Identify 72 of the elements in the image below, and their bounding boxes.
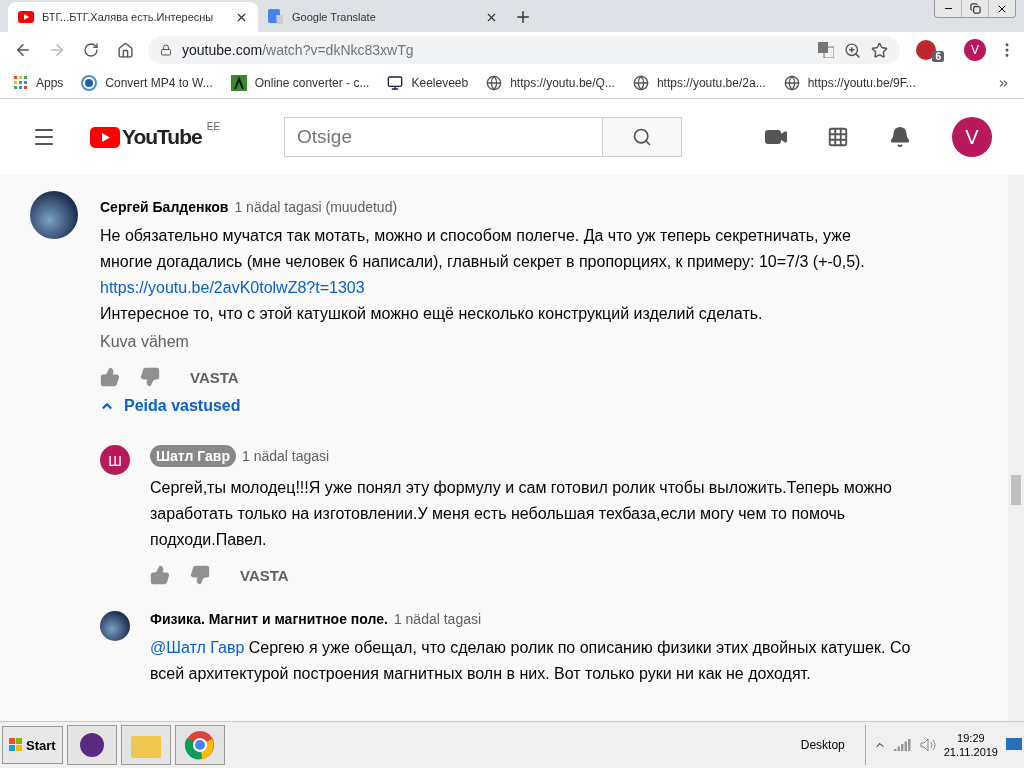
home-icon[interactable] [116, 41, 134, 59]
count-badge: 6 [932, 51, 944, 62]
thumbs-down-icon[interactable] [140, 367, 160, 387]
clock[interactable]: 19:29 21.11.2019 [943, 731, 998, 759]
search-icon [632, 127, 653, 147]
computer-icon [387, 75, 404, 91]
restore-icon[interactable] [969, 3, 981, 14]
browser-app-icon[interactable] [184, 730, 215, 760]
browser-tab[interactable]: БТГ...БТГ.Халява есть.Интересны [8, 2, 258, 32]
hide-replies-button[interactable]: Peida vastused [100, 397, 880, 415]
search-button[interactable] [602, 117, 683, 157]
browser-tab[interactable]: Google Translate [258, 2, 508, 32]
comment-time[interactable]: 1 nädal tagasi (muudetud) [234, 199, 398, 215]
profile-avatar[interactable]: V [952, 117, 992, 157]
play-logo-icon [90, 126, 120, 148]
address-bar[interactable]: youtube.com/watch?v=dkNkc83xwTg [148, 36, 901, 64]
play-logo-icon [18, 11, 34, 23]
extension-icon[interactable] [916, 40, 937, 60]
thumbs-down-icon[interactable] [190, 565, 210, 585]
start-button[interactable]: Start [2, 726, 63, 764]
back-icon[interactable] [14, 41, 32, 59]
lock-icon [160, 44, 172, 56]
region-code: EE [206, 121, 221, 132]
bookmark-link[interactable]: https://youtu.be/2a... [656, 76, 766, 90]
speaker-icon[interactable] [919, 738, 936, 752]
globe-icon [486, 75, 503, 91]
translate-icon [268, 9, 284, 25]
bookmark-link[interactable]: https://youtu.be/9F... [807, 76, 916, 90]
author-name[interactable]: Сергей Балденков [100, 199, 229, 215]
show-desktop-icon[interactable] [1006, 738, 1022, 752]
avatar-photo-placeholder[interactable] [100, 611, 130, 641]
thumbs-up-icon[interactable] [150, 565, 170, 585]
bookmark-link[interactable]: Apps [36, 76, 64, 90]
avatar[interactable]: Ш [100, 445, 130, 475]
avatar-photo-placeholder[interactable] [30, 191, 78, 239]
search-field[interactable]: Otsige [284, 117, 603, 157]
bookmark-link[interactable]: Online converter - c... [254, 76, 370, 90]
comment-text: Сергей,ты молодец!!!Я уже понял эту формулу и сам готовил ролик чтобы выложить.Теперь можно заработать только на изготовлении.У меня есть небольшая техбаза,если могу чем то помочь подходи.Павел. [150, 478, 893, 550]
reply-button[interactable]: VASTA [180, 368, 239, 386]
comment-text: @Шатл Гавр Сергею я уже обещал, что сделаю ролик по описанию физики этих двойных катушек. Со всей архитектурой построения магнитных волн в них. Вот только руки ни как не доходят. [150, 638, 912, 684]
reload-icon[interactable] [83, 42, 99, 58]
show-less-link[interactable]: Kuva vähem [100, 329, 189, 355]
bookmark-link[interactable]: Convert MP4 to W... [105, 76, 213, 90]
tab-title: БТГ...БТГ.Халява есть.Интересны [42, 11, 215, 23]
zoom-icon[interactable] [844, 41, 862, 59]
author-name[interactable]: Шатл Гавр [150, 445, 236, 467]
thumbs-up-icon[interactable] [100, 367, 120, 387]
mention-link[interactable]: @Шатл Гавр [150, 639, 245, 656]
bookmark-link[interactable]: https://youtu.be/Q... [510, 76, 615, 90]
reply-button[interactable]: VASTA [230, 566, 289, 584]
author-name[interactable]: Физика. Магнит и магнитное поле. [150, 611, 388, 627]
profile-avatar[interactable]: V [964, 39, 986, 61]
url-text: youtube.com/watch?v=dkNkc83xwTg [182, 42, 415, 58]
new-tab-icon[interactable] [514, 8, 532, 26]
comment-text: Интересное то, что с этой катушкой можно ещё несколько конструкций изделий сделать. [100, 304, 764, 324]
comment-time[interactable]: 1 nädal tagasi [393, 611, 482, 627]
logo-text: YouTube [122, 125, 202, 149]
video-link[interactable]: https://youtu.be/2avK0tolwZ8?t=1303 [100, 279, 365, 296]
apps-grid-icon [14, 76, 28, 90]
bookmark-link[interactable]: Keeleveeb [411, 76, 469, 90]
tab-title: Google Translate [292, 11, 377, 23]
globe-icon [632, 75, 649, 91]
figure-icon [230, 75, 247, 91]
desktop-label[interactable]: Desktop [800, 738, 845, 752]
comment-text: Не обязательно мучатся так мотать, можно и способом полегче. Да что уж теперь секретничать, уже многие догадались (мне человек 6 написали), главный секрет в пропорциях, к примеру: 10=7/3 (+-0,5). [100, 226, 866, 272]
scrollbar[interactable] [1008, 175, 1024, 721]
ring-icon [81, 75, 98, 91]
translate-icon[interactable] [818, 42, 835, 58]
comment-time[interactable]: 1 nädal tagasi [242, 448, 330, 464]
windows-logo-icon [9, 738, 23, 752]
star-icon[interactable] [871, 41, 889, 59]
globe-icon [783, 75, 800, 91]
